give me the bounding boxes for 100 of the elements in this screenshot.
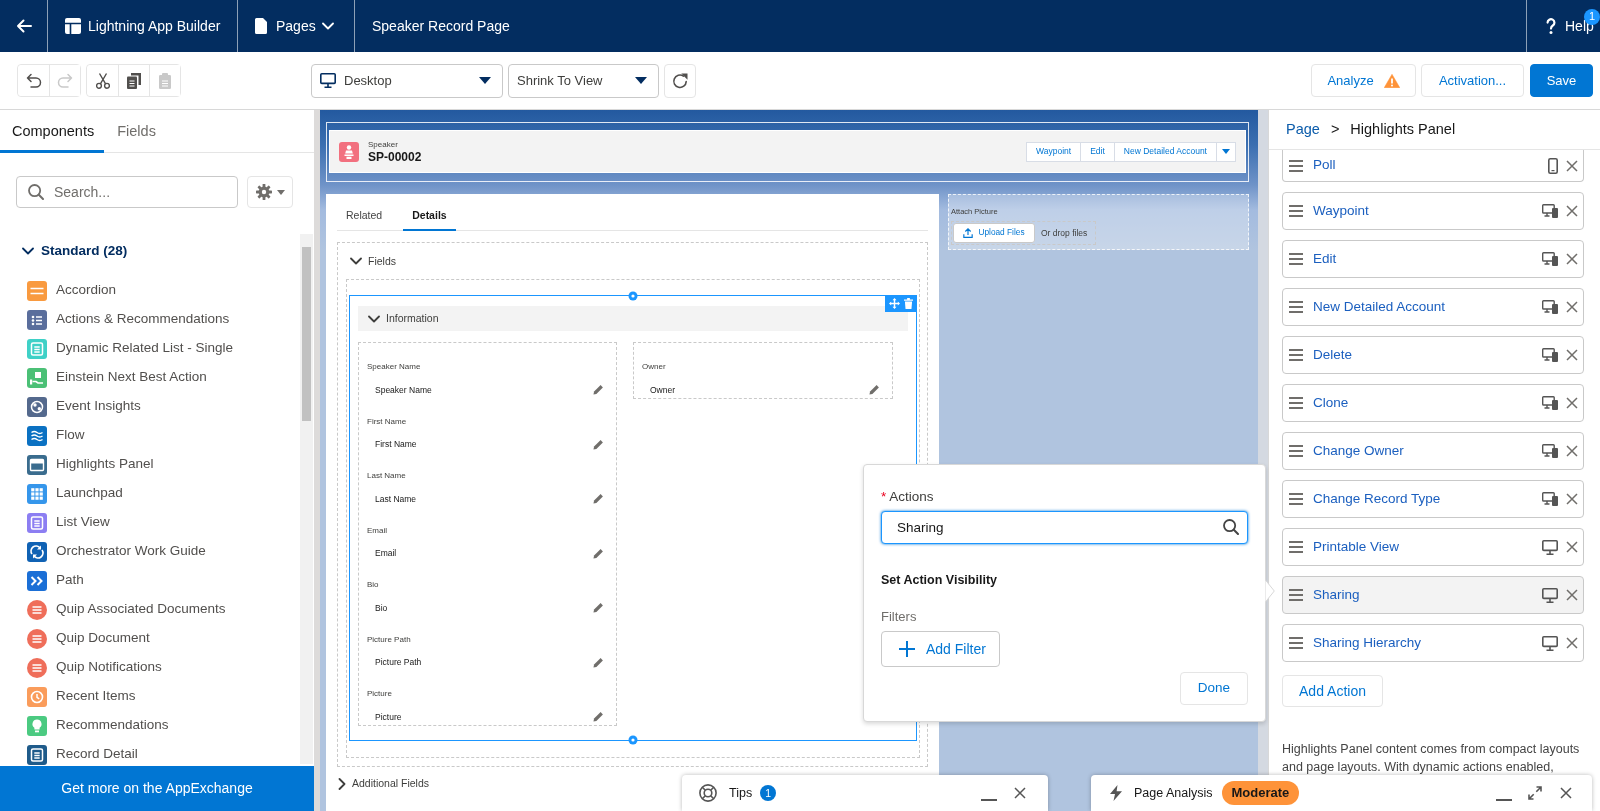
- upload-files-button[interactable]: Upload Files: [953, 222, 1035, 243]
- drag-handle-icon[interactable]: [1289, 349, 1303, 361]
- close-icon[interactable]: [1566, 301, 1578, 313]
- close-icon[interactable]: [1566, 397, 1578, 409]
- pencil-icon[interactable]: [593, 602, 604, 614]
- drag-handle-icon[interactable]: [1289, 445, 1303, 457]
- action-label[interactable]: Change Owner: [1313, 442, 1404, 460]
- move-icon[interactable]: [889, 298, 900, 309]
- pencil-icon[interactable]: [593, 547, 604, 559]
- component-item[interactable]: Path: [27, 566, 84, 595]
- drag-handle-icon[interactable]: [1289, 301, 1303, 313]
- component-item[interactable]: Dynamic Related List - Single: [27, 334, 234, 363]
- component-item[interactable]: Quip Notifications: [27, 653, 162, 682]
- action-item[interactable]: Printable View: [1282, 528, 1584, 566]
- action-button[interactable]: New Detailed Account: [1113, 141, 1217, 162]
- action-label[interactable]: Clone: [1313, 394, 1349, 412]
- action-label[interactable]: Poll: [1313, 157, 1336, 174]
- drag-handle-icon[interactable]: [1289, 159, 1303, 172]
- section-toggle[interactable]: Additional Fields: [338, 777, 430, 790]
- activation-button[interactable]: Activation...: [1421, 64, 1524, 97]
- action-item[interactable]: Sharing Hierarchy: [1282, 624, 1584, 662]
- close-icon[interactable]: [1566, 205, 1578, 217]
- section-header[interactable]: Information: [358, 306, 908, 331]
- done-button[interactable]: Done: [1180, 672, 1248, 705]
- resize-handle-icon[interactable]: [628, 291, 638, 301]
- analyze-button[interactable]: Analyze: [1311, 64, 1416, 97]
- breadcrumb-link[interactable]: Page: [1286, 120, 1320, 139]
- component-item[interactable]: Actions & Recommendations: [27, 305, 230, 334]
- action-label[interactable]: Printable View: [1313, 538, 1400, 556]
- close-icon[interactable]: [1566, 349, 1578, 361]
- action-label[interactable]: Edit: [1313, 250, 1337, 268]
- action-label[interactable]: Sharing: [1313, 586, 1360, 604]
- zoom-select[interactable]: Shrink To View: [508, 63, 659, 98]
- close-icon[interactable]: [1566, 445, 1578, 457]
- component-item[interactable]: Launchpad: [27, 479, 123, 508]
- save-button[interactable]: Save: [1530, 64, 1593, 97]
- drag-handle-icon[interactable]: [1289, 493, 1303, 505]
- action-label[interactable]: Change Record Type: [1313, 490, 1441, 508]
- close-icon[interactable]: [1566, 589, 1578, 601]
- group-toggle[interactable]: Standard (28): [22, 241, 128, 261]
- refresh-button[interactable]: [664, 63, 696, 98]
- action-label[interactable]: Delete: [1313, 346, 1353, 364]
- pencil-icon[interactable]: [593, 656, 604, 668]
- drag-handle-icon[interactable]: [1289, 253, 1303, 265]
- settings-menu-button[interactable]: [247, 176, 293, 208]
- action-label[interactable]: Waypoint: [1313, 202, 1369, 220]
- tab[interactable]: Details: [403, 209, 456, 231]
- search-field[interactable]: Search...: [16, 176, 238, 208]
- drag-handle-icon[interactable]: [1289, 541, 1303, 553]
- close-icon[interactable]: [1566, 159, 1578, 172]
- pencil-icon[interactable]: [593, 438, 604, 450]
- close-icon[interactable]: [1566, 637, 1578, 649]
- component-item[interactable]: Event Insights: [27, 392, 141, 421]
- close-icon[interactable]: [1566, 493, 1578, 505]
- device-select[interactable]: Desktop: [311, 63, 503, 98]
- action-item[interactable]: Waypoint: [1282, 192, 1584, 230]
- pencil-icon[interactable]: [593, 384, 604, 396]
- add-action-button[interactable]: Add Action: [1282, 675, 1383, 707]
- page-analysis-panel[interactable]: Page Analysis Moderate: [1091, 775, 1592, 811]
- action-button[interactable]: Edit: [1080, 141, 1115, 162]
- action-label[interactable]: New Detailed Account: [1313, 298, 1446, 316]
- component-item[interactable]: Accordion: [27, 276, 117, 305]
- action-button[interactable]: Waypoint: [1026, 141, 1082, 162]
- add-filter-button[interactable]: Add Filter: [881, 631, 1000, 667]
- component-item[interactable]: Record Detail: [27, 740, 138, 766]
- scrollbar[interactable]: [300, 234, 313, 764]
- action-label[interactable]: Sharing Hierarchy: [1313, 634, 1422, 652]
- component-item[interactable]: Flow: [27, 421, 85, 450]
- action-item[interactable]: Sharing: [1282, 576, 1584, 614]
- drag-handle-icon[interactable]: [1289, 637, 1303, 649]
- component-item[interactable]: Orchestrator Work Guide: [27, 537, 206, 566]
- component-item[interactable]: Einstein Next Best Action: [27, 363, 207, 392]
- back-button[interactable]: [15, 19, 32, 33]
- pencil-icon[interactable]: [869, 384, 880, 396]
- component-item[interactable]: List View: [27, 508, 110, 537]
- more-actions-button[interactable]: [1216, 141, 1236, 162]
- actions-search-field[interactable]: Sharing: [881, 511, 1248, 544]
- component-item[interactable]: Highlights Panel: [27, 450, 154, 479]
- panel-tab[interactable]: Components: [0, 110, 105, 153]
- action-item[interactable]: Poll: [1282, 150, 1584, 182]
- drag-handle-icon[interactable]: [1289, 397, 1303, 409]
- pages-menu-button[interactable]: Pages: [255, 17, 334, 35]
- action-item[interactable]: Delete: [1282, 336, 1584, 374]
- action-item[interactable]: Clone: [1282, 384, 1584, 422]
- close-icon[interactable]: [1566, 541, 1578, 553]
- section-toggle[interactable]: Fields: [350, 254, 396, 268]
- component-item[interactable]: Quip Associated Documents: [27, 595, 226, 624]
- action-item[interactable]: Edit: [1282, 240, 1584, 278]
- component-item[interactable]: Recommendations: [27, 711, 169, 740]
- action-item[interactable]: New Detailed Account: [1282, 288, 1584, 326]
- drag-handle-icon[interactable]: [1289, 589, 1303, 601]
- appexchange-button[interactable]: Get more on the AppExchange: [0, 766, 314, 811]
- pencil-icon[interactable]: [593, 493, 604, 505]
- component-item[interactable]: Recent Items: [27, 682, 136, 711]
- action-item[interactable]: Change Record Type: [1282, 480, 1584, 518]
- drag-handle-icon[interactable]: [1289, 205, 1303, 217]
- expand-button[interactable]: [1526, 784, 1544, 802]
- panel-tab[interactable]: Fields: [104, 110, 166, 153]
- trash-icon[interactable]: [904, 298, 913, 309]
- action-item[interactable]: Change Owner: [1282, 432, 1584, 470]
